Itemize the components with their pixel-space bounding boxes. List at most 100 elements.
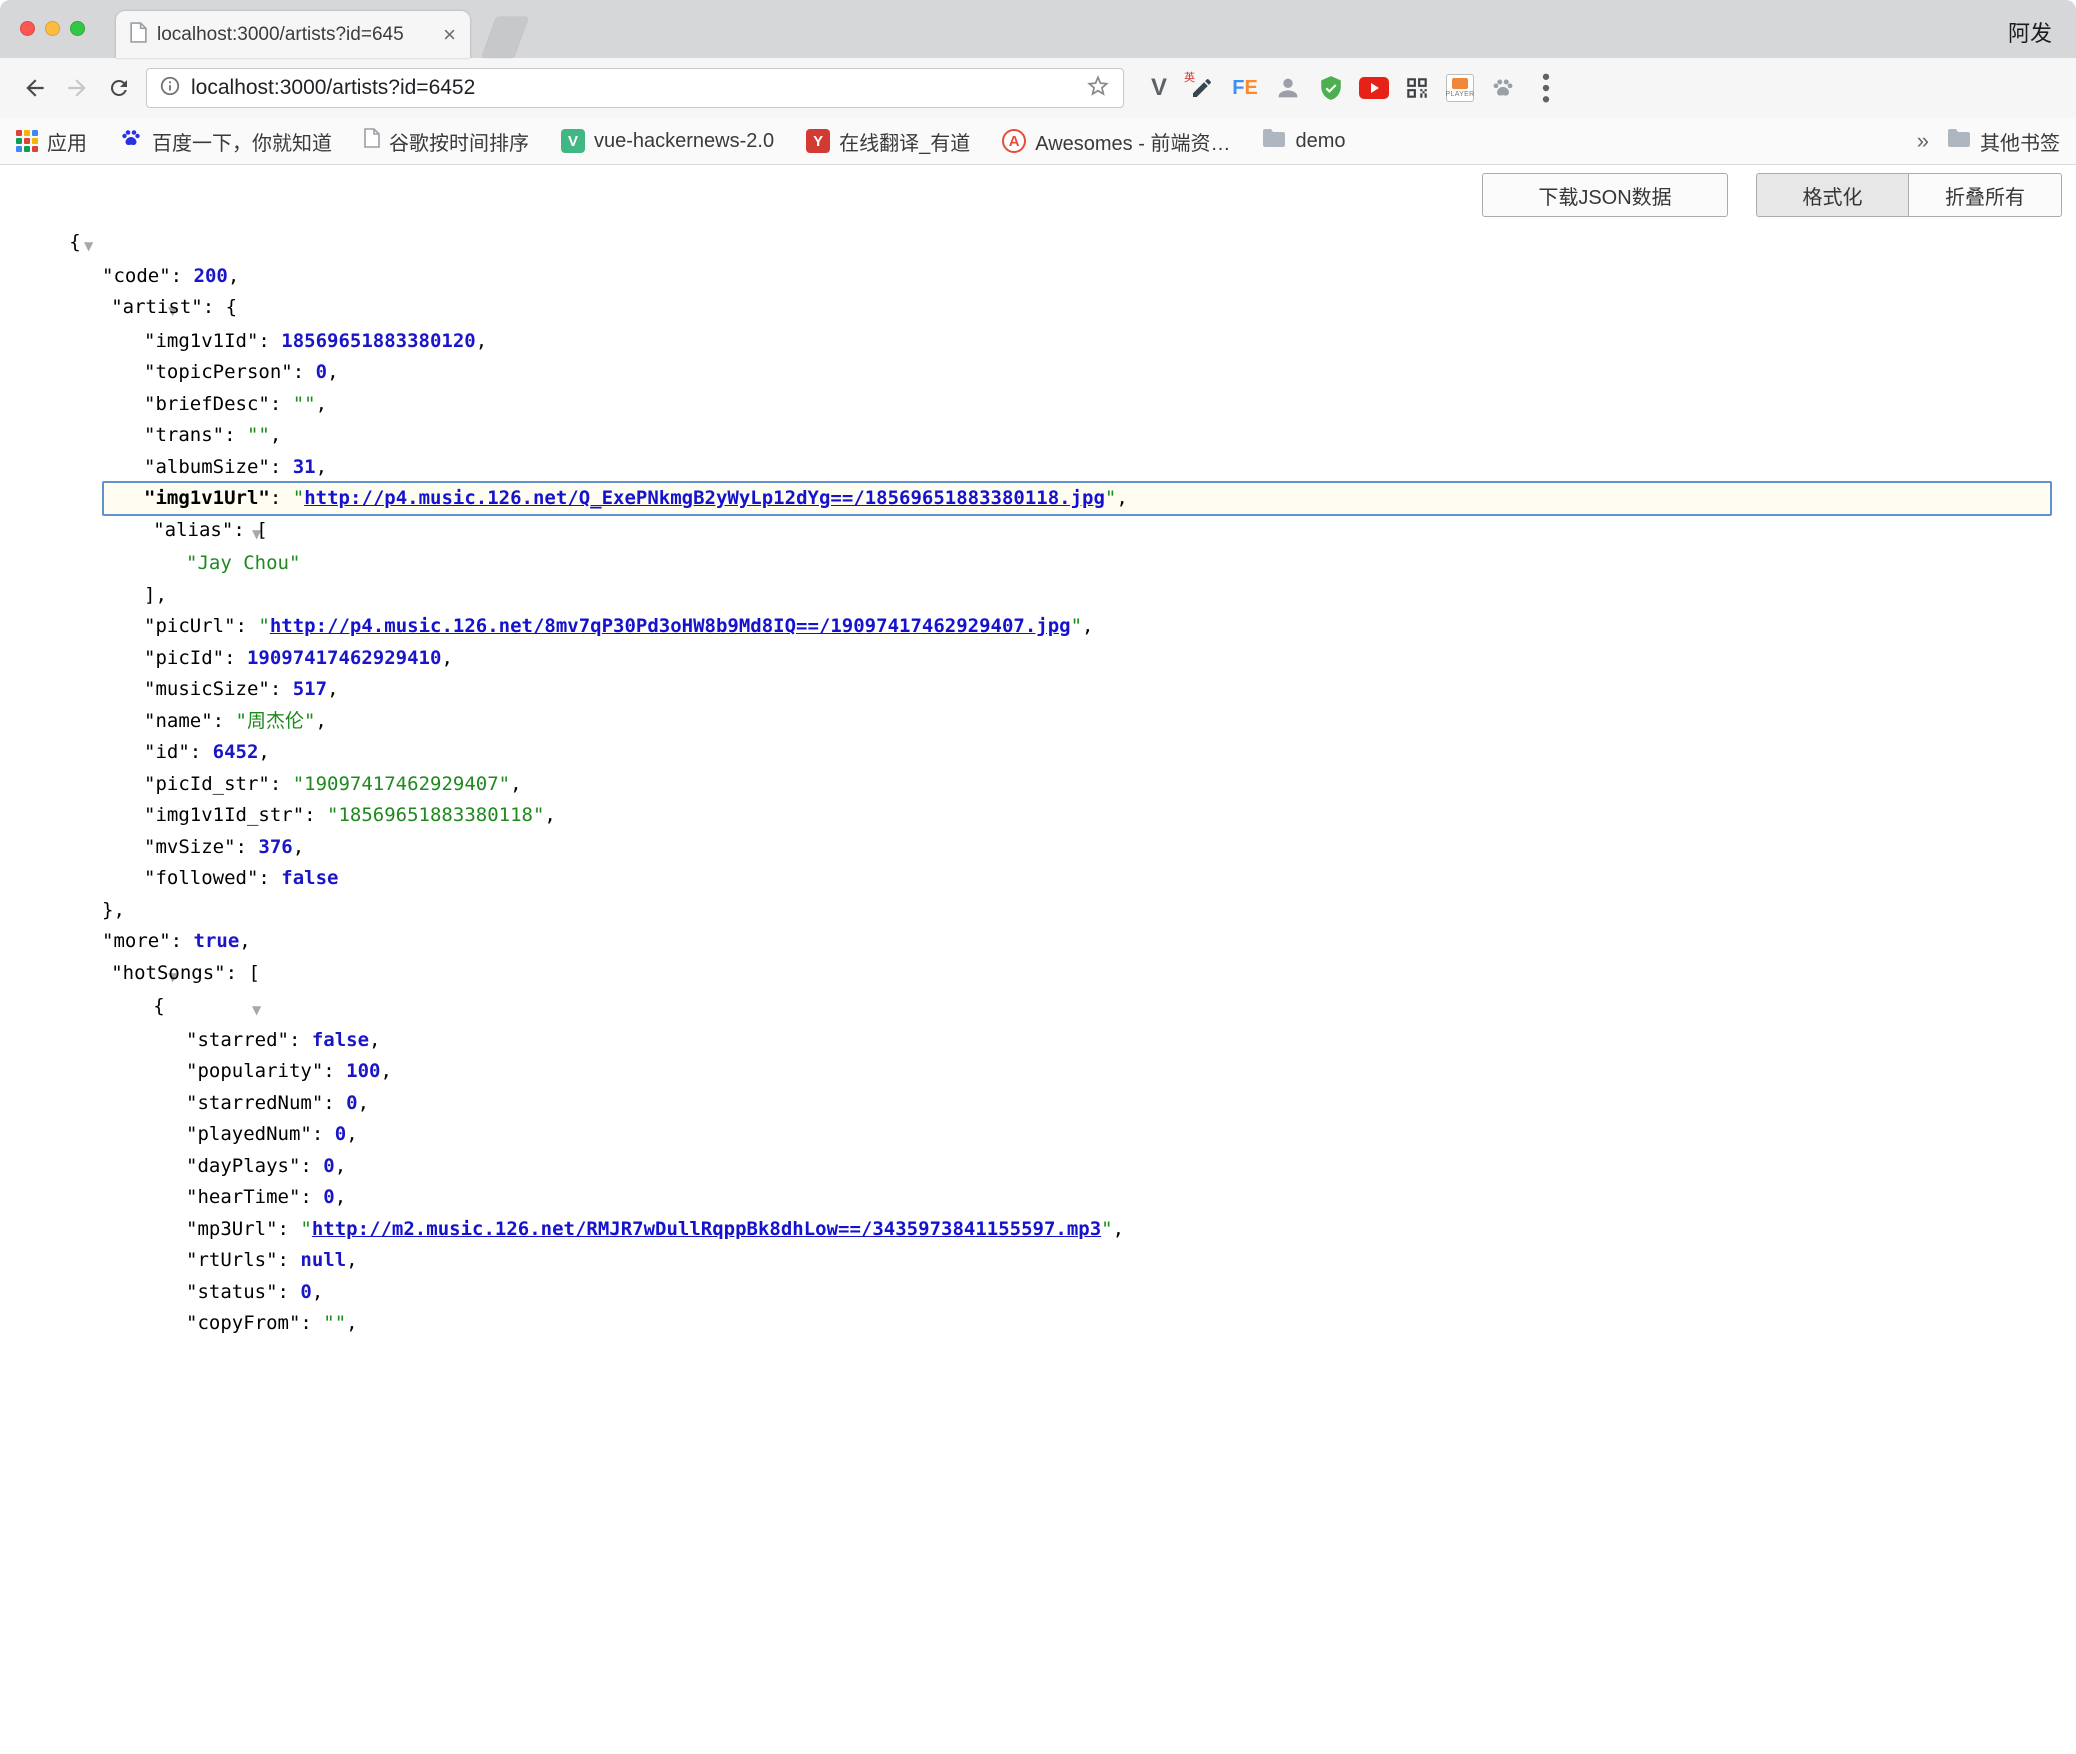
json-line: "mp3Url": "http://m2.music.126.net/RMJR7… [0,1214,2076,1246]
reload-button[interactable] [98,67,140,109]
apps-grid-icon [16,130,38,152]
bookmark-vue-hackernews[interactable]: V vue-hackernews-2.0 [561,129,774,153]
bookmark-other-bookmarks[interactable]: 其他书签 [1947,127,2060,156]
folder-icon [1947,128,1971,154]
tab-strip: localhost:3000/artists?id=645 × 阿发 [0,0,2076,58]
profile-name[interactable]: 阿发 [2008,16,2052,48]
back-button[interactable] [14,67,56,109]
json-url-link[interactable]: http://m2.music.126.net/RMJR7wDullRqppBk… [312,1218,1101,1240]
browser-tab[interactable]: localhost:3000/artists?id=645 × [116,11,470,58]
browser-menu-icon[interactable] [1531,72,1561,104]
bookmark-apps[interactable]: 应用 [16,127,87,156]
json-line: "img1v1Id_str": "18569651883380118", [0,800,2076,832]
json-line: "status": 0, [0,1277,2076,1309]
json-url-link[interactable]: http://p4.music.126.net/Q_ExePNkmgB2yWyL… [304,487,1105,509]
json-line: "followed": false [0,863,2076,895]
bookmark-label: 其他书签 [1980,127,2060,156]
page-content: 下载JSON数据 格式化 折叠所有 ▼{"code": 200,▼"artist… [0,165,2076,1754]
youdao-icon: Y [806,129,830,153]
extensions-strip: V 英 FE PLAY [1144,72,1561,104]
tab-close-icon[interactable]: × [443,24,456,46]
json-line: "briefDesc": "", [0,389,2076,421]
bookmark-label: demo [1295,130,1345,153]
json-line: "playedNum": 0, [0,1119,2076,1151]
folder-icon [1262,128,1286,154]
bookmark-label: 在线翻译_有道 [839,127,970,156]
json-url-link[interactable]: http://p4.music.126.net/8mv7qP30Pd3oHW8b… [270,615,1071,637]
json-line: "picUrl": "http://p4.music.126.net/8mv7q… [0,611,2076,643]
json-line: "img1v1Id": 18569651883380120, [0,326,2076,358]
collapse-caret-icon[interactable]: ▼ [84,239,93,253]
bookmark-label: Awesomes - 前端资… [1035,127,1230,156]
translate-extension-icon[interactable]: 英 [1187,72,1217,104]
json-line: "starred": false, [0,1025,2076,1057]
close-window-button[interactable] [20,21,35,36]
fe-extension-icon[interactable]: FE [1230,72,1260,104]
json-line: "musicSize": 517, [0,674,2076,706]
collapse-caret-icon[interactable]: ▼ [252,1003,261,1017]
download-json-button[interactable]: 下载JSON数据 [1482,173,1728,217]
profile-person-icon[interactable] [1273,72,1303,104]
vue-icon: V [561,129,585,153]
format-button[interactable]: 格式化 [1756,173,1909,217]
json-line: ▼"alias": [ [0,515,2076,549]
json-line: "more": true, [0,926,2076,958]
bookmark-youdao[interactable]: Y 在线翻译_有道 [806,127,970,156]
json-line: "trans": "", [0,420,2076,452]
json-line[interactable]: "img1v1Url": "http://p4.music.126.net/Q_… [0,483,2076,515]
vimium-extension-icon[interactable]: V [1144,72,1174,104]
bookmarks-bar: 应用 百度一下，你就知道 谷歌按时间排序 V vue-hackernews-2.… [0,118,2076,165]
bookmark-label: vue-hackernews-2.0 [594,130,774,153]
json-line: "picId": 19097417462929410, [0,643,2076,675]
json-line: "id": 6452, [0,737,2076,769]
browser-window: localhost:3000/artists?id=645 × 阿发 local… [0,0,2076,1754]
json-line: ▼"hotSongs": [ [0,958,2076,992]
minimize-window-button[interactable] [45,21,60,36]
json-line: "topicPerson": 0, [0,357,2076,389]
json-line: }, [0,895,2076,927]
json-line: ▼{ [0,991,2076,1025]
json-line: "copyFrom": "", [0,1308,2076,1340]
bookmark-label: 应用 [47,127,87,156]
tab-title: localhost:3000/artists?id=645 [157,24,433,46]
json-line: ▼"artist": { [0,292,2076,326]
json-line: "picId_str": "19097417462929407", [0,769,2076,801]
bookmarks-overflow-chevron[interactable]: » [1917,128,1929,154]
json-line: "popularity": 100, [0,1056,2076,1088]
browser-toolbar: localhost:3000/artists?id=6452 V 英 FE [0,58,2076,118]
bookmark-demo-folder[interactable]: demo [1262,128,1345,154]
url-text[interactable]: localhost:3000/artists?id=6452 [191,76,1075,100]
bookmark-awesomes[interactable]: A Awesomes - 前端资… [1002,127,1230,156]
collapse-all-button[interactable]: 折叠所有 [1909,173,2062,217]
json-line: ▼{ [0,227,2076,261]
new-tab-button[interactable] [482,17,529,58]
shield-extension-icon[interactable] [1316,72,1346,104]
awesomes-icon: A [1002,129,1026,153]
json-line: ], [0,580,2076,612]
json-line: "hearTime": 0, [0,1182,2076,1214]
bookmark-baidu[interactable]: 百度一下，你就知道 [119,126,332,156]
address-bar[interactable]: localhost:3000/artists?id=6452 [146,68,1124,108]
paw-extension-icon[interactable] [1488,72,1518,104]
json-line: "Jay Chou" [0,548,2076,580]
json-toolbar: 下载JSON数据 格式化 折叠所有 [1482,173,2062,217]
zoom-window-button[interactable] [70,21,85,36]
bookmark-google-sort[interactable]: 谷歌按时间排序 [364,127,529,156]
json-line: "code": 200, [0,261,2076,293]
window-controls [20,21,85,36]
json-line: "name": "周杰伦", [0,706,2076,738]
forward-button[interactable] [56,67,98,109]
bookmark-label: 百度一下，你就知道 [152,127,332,156]
json-line: "starredNum": 0, [0,1088,2076,1120]
player-extension-icon[interactable]: PLAYER [1445,72,1475,104]
json-line: "dayPlays": 0, [0,1151,2076,1183]
json-line: "mvSize": 376, [0,832,2076,864]
youtube-extension-icon[interactable] [1359,72,1389,104]
qrcode-extension-icon[interactable] [1402,72,1432,104]
json-line: "rtUrls": null, [0,1245,2076,1277]
json-line: "albumSize": 31, [0,452,2076,484]
page-favicon-icon [130,22,147,48]
bookmark-star-icon[interactable] [1085,73,1111,104]
json-viewer: ▼{"code": 200,▼"artist": {"img1v1Id": 18… [0,227,2076,1340]
site-info-icon[interactable] [159,75,181,102]
